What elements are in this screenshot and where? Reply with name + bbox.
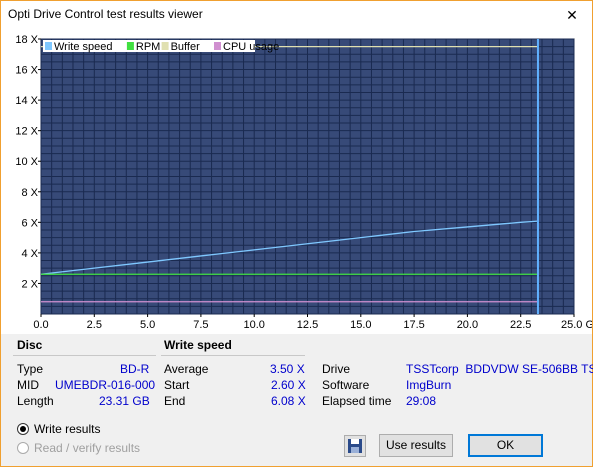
y-tick-label: 12 X <box>15 126 38 138</box>
y-tick-label: 10 X <box>15 156 38 168</box>
drive-label: Drive <box>322 362 351 376</box>
disc-type-value: BD-R <box>120 362 150 376</box>
y-tick-label: 16 X <box>15 65 38 77</box>
write-speed-divider <box>161 355 305 356</box>
legend-entry: Write speed <box>54 41 113 53</box>
x-tick-label: 2.5 <box>87 319 102 331</box>
y-tick-label: 8 X <box>21 187 38 199</box>
close-button[interactable]: ✕ <box>552 1 592 29</box>
x-tick-label: 25.0 GB <box>561 319 592 331</box>
disc-divider <box>13 355 156 356</box>
y-tick-label: 14 X <box>15 95 38 107</box>
x-tick-label: 10.0 <box>243 319 264 331</box>
x-tick-label: 0.0 <box>33 319 48 331</box>
software-label: Software <box>322 378 370 392</box>
legend-swatch <box>45 42 52 50</box>
y-tick-label: 4 X <box>21 248 38 260</box>
average-label: Average <box>164 362 209 376</box>
read-verify-label: Read / verify results <box>34 441 141 455</box>
average-value: 3.50 X <box>270 362 305 376</box>
legend-swatch <box>214 42 221 50</box>
start-value: 2.60 X <box>271 378 306 392</box>
disc-heading: Disc <box>17 338 43 352</box>
end-label: End <box>164 394 186 408</box>
write-results-radio[interactable] <box>17 423 29 435</box>
disc-type-label: Type <box>17 362 44 376</box>
disc-mid-value: UMEBDR-016-000 <box>55 378 156 392</box>
elapsed-time-value: 29:08 <box>406 394 437 408</box>
disc-mid-label: MID <box>17 378 39 392</box>
app-window: Opti Drive Control test results viewer ✕… <box>0 0 593 467</box>
results-panel: Disc Type BD-R MID UMEBDR-016-000 Length… <box>1 334 593 414</box>
read-verify-radio <box>17 442 29 454</box>
x-tick-label: 22.5 <box>510 319 531 331</box>
start-label: Start <box>164 378 190 392</box>
disc-length-value: 23.31 GB <box>99 394 150 408</box>
write-results-label[interactable]: Write results <box>34 422 100 436</box>
x-tick-label: 20.0 <box>457 319 478 331</box>
y-tick-label: 18 X <box>15 34 38 46</box>
legend-entry: CPU usage <box>223 41 279 53</box>
legend-swatch <box>126 42 134 50</box>
end-value: 6.08 X <box>271 394 306 408</box>
legend-swatch <box>161 42 169 50</box>
y-tick-label: 2 X <box>21 278 38 290</box>
drive-value: TSSTcorp BDDVDW SE-506BB TS01 <box>406 362 593 376</box>
use-results-button[interactable]: Use results <box>379 434 453 457</box>
write-speed-chart: 2 X 4 X 6 X 8 X 10 X 12 X 14 X 16 X 18 X 0.0 2.5 5.… <box>1 29 593 334</box>
save-button[interactable] <box>344 435 366 457</box>
x-tick-label: 5.0 <box>140 319 155 331</box>
write-speed-heading: Write speed <box>164 338 232 352</box>
legend-entry: Buffer <box>171 41 200 53</box>
window-title: Opti Drive Control test results viewer <box>8 7 203 21</box>
floppy-disk-icon <box>348 439 362 453</box>
elapsed-time-label: Elapsed time <box>322 394 392 408</box>
x-tick-label: 7.5 <box>193 319 208 331</box>
x-tick-label: 17.5 <box>403 319 424 331</box>
disc-length-label: Length <box>17 394 54 408</box>
x-tick-label: 15.0 <box>350 319 371 331</box>
software-value: ImgBurn <box>406 378 452 392</box>
ok-button[interactable]: OK <box>468 434 543 457</box>
legend-entry: RPM <box>136 41 160 53</box>
title-bar: Opti Drive Control test results viewer ✕ <box>1 1 592 29</box>
chart-area: 2 X 4 X 6 X 8 X 10 X 12 X 14 X 16 X 18 X 0.0 2.5 5.… <box>1 29 593 334</box>
y-tick-label: 6 X <box>21 217 38 229</box>
x-tick-label: 12.5 <box>297 319 318 331</box>
